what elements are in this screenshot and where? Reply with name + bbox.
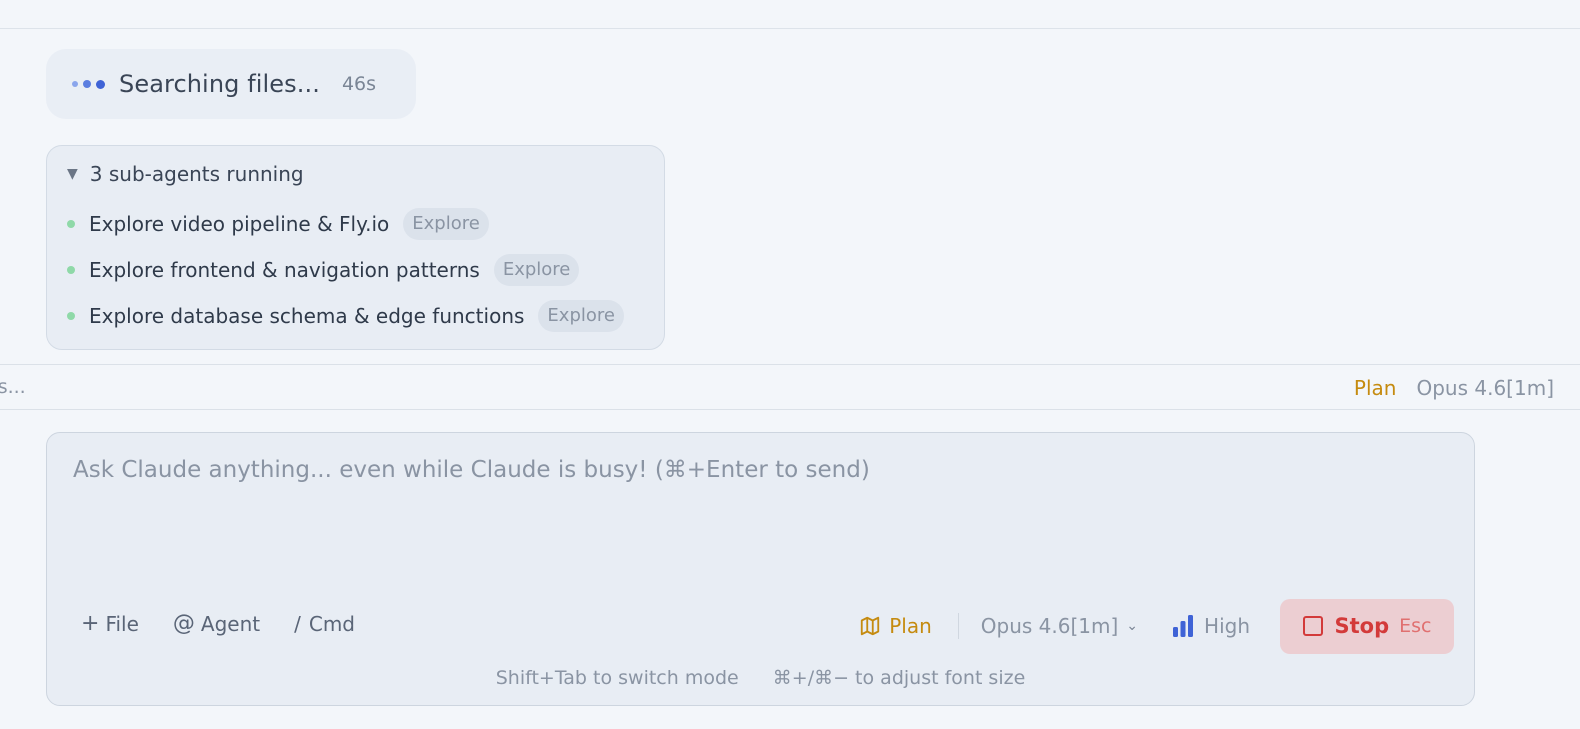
model-selector-label: Opus 4.6[1m] bbox=[980, 614, 1119, 638]
running-status-icon bbox=[67, 220, 75, 228]
at-icon: @ bbox=[172, 611, 195, 636]
loading-dot bbox=[83, 80, 91, 88]
message-input[interactable] bbox=[73, 457, 1433, 577]
signal-bars-icon bbox=[1173, 615, 1194, 637]
top-divider bbox=[0, 28, 1580, 29]
add-file-label: File bbox=[105, 611, 139, 636]
add-file-button[interactable]: + File bbox=[81, 611, 139, 636]
subagent-type-badge: Explore bbox=[403, 208, 489, 240]
running-status-icon bbox=[67, 266, 75, 274]
stop-shortcut: Esc bbox=[1399, 615, 1432, 637]
subagent-type-badge: Explore bbox=[538, 300, 624, 332]
map-icon bbox=[861, 616, 880, 636]
subagent-type-badge: Explore bbox=[493, 254, 580, 286]
keyboard-hints: Shift+Tab to switch mode ⌘+/⌘− to adjust… bbox=[47, 667, 1474, 689]
subagents-title: 3 sub-agents running bbox=[89, 162, 304, 186]
plan-mode-label: Plan bbox=[889, 614, 932, 638]
composer-toolbar-left: + File @ Agent / Cmd bbox=[81, 611, 355, 636]
subagent-name: Explore video pipeline & Fly.io bbox=[89, 212, 390, 236]
message-composer: + File @ Agent / Cmd Plan Opus 4.6[1m] ⌄ bbox=[46, 432, 1475, 706]
loading-dots-icon bbox=[72, 79, 105, 89]
command-button[interactable]: / Cmd bbox=[294, 612, 355, 636]
status-model: Opus 4.6[1m] bbox=[1416, 376, 1554, 400]
model-selector[interactable]: Opus 4.6[1m] ⌄ bbox=[981, 614, 1138, 638]
searching-label: Searching files... bbox=[119, 70, 320, 98]
mention-agent-button[interactable]: @ Agent bbox=[173, 611, 260, 636]
command-label: Cmd bbox=[308, 611, 356, 636]
status-mode-model: Plan Opus 4.6[1m] bbox=[1354, 376, 1554, 400]
subagent-name: Explore database schema & edge functions bbox=[89, 304, 525, 328]
subagents-toggle[interactable]: ▼ 3 sub-agents running bbox=[67, 162, 304, 186]
subagent-item[interactable]: Explore frontend & navigation patterns E… bbox=[67, 254, 580, 286]
subagent-item[interactable]: Explore database schema & edge functions… bbox=[67, 300, 624, 332]
running-status-icon bbox=[67, 312, 75, 320]
effort-level-button[interactable]: High bbox=[1172, 614, 1250, 638]
subagents-panel: ▼ 3 sub-agents running Explore video pip… bbox=[46, 145, 665, 350]
loading-dot bbox=[96, 79, 105, 89]
elapsed-time: 46s bbox=[341, 73, 377, 95]
subagent-name: Explore frontend & navigation patterns bbox=[89, 258, 480, 282]
status-bar: es... Plan Opus 4.6[1m] bbox=[0, 364, 1580, 410]
hint-switch-mode: Shift+Tab to switch mode bbox=[495, 667, 739, 689]
subagent-item[interactable]: Explore video pipeline & Fly.io Explore bbox=[67, 208, 489, 240]
searching-status: Searching files... 46s bbox=[46, 49, 416, 119]
chevron-down-icon: ⌄ bbox=[1126, 618, 1139, 634]
hint-font-size: ⌘+/⌘− to adjust font size bbox=[772, 667, 1026, 689]
stop-label: Stop bbox=[1334, 614, 1390, 638]
status-mode: Plan bbox=[1353, 376, 1397, 400]
toolbar-divider bbox=[957, 613, 959, 639]
composer-toolbar-right: Plan Opus 4.6[1m] ⌄ High Stop Esc bbox=[859, 598, 1454, 654]
effort-level-label: High bbox=[1204, 614, 1250, 638]
stop-square-icon bbox=[1302, 616, 1323, 636]
triangle-down-icon: ▼ bbox=[67, 166, 78, 182]
stop-button[interactable]: Stop Esc bbox=[1280, 598, 1454, 654]
plan-mode-button[interactable]: Plan bbox=[859, 614, 932, 638]
plus-icon: + bbox=[81, 611, 100, 636]
loading-dot bbox=[72, 81, 78, 87]
status-activity-text: es... bbox=[0, 376, 26, 398]
slash-icon: / bbox=[294, 611, 301, 636]
mention-agent-label: Agent bbox=[200, 611, 261, 636]
